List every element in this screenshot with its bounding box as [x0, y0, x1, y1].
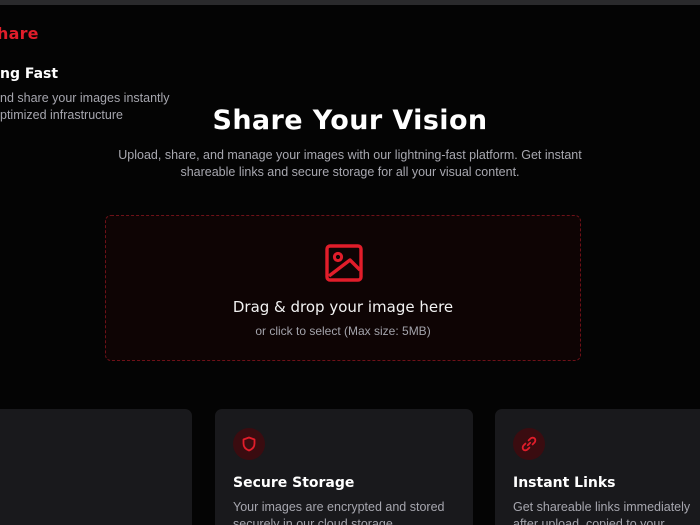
shield-icon-badge [233, 428, 265, 460]
link-icon-badge [513, 428, 545, 460]
feature-desc-fast: nd share your images instantly ptimized … [0, 91, 170, 122]
feature-card-fast [0, 409, 192, 525]
shield-icon [242, 436, 256, 452]
image-icon [325, 244, 363, 282]
upload-dropzone[interactable]: Drag & drop your image here or click to … [105, 215, 581, 361]
link-icon [521, 436, 537, 452]
feature-desc: Get shareable links immediately after up… [513, 500, 691, 525]
brand-logo[interactable]: hare [0, 24, 39, 43]
dropzone-title: Drag & drop your image here [232, 298, 454, 316]
hero-subtitle: Upload, share, and manage your images wi… [118, 148, 582, 179]
feature-card-instant-links: Instant Links Get shareable links immedi… [495, 409, 700, 525]
feature-title: Instant Links [513, 475, 616, 491]
feature-card-secure-storage: Secure Storage Your images are encrypted… [215, 409, 473, 525]
feature-desc: Your images are encrypted and stored sec… [233, 500, 445, 525]
browser-top-bar [0, 0, 700, 5]
feature-title-fast: ng Fast [0, 66, 59, 82]
app-page: hare Share Your Vision Upload, share, an… [0, 0, 700, 525]
feature-title: Secure Storage [233, 475, 355, 491]
dropzone-hint: or click to select (Max size: 5MB) [255, 324, 431, 338]
